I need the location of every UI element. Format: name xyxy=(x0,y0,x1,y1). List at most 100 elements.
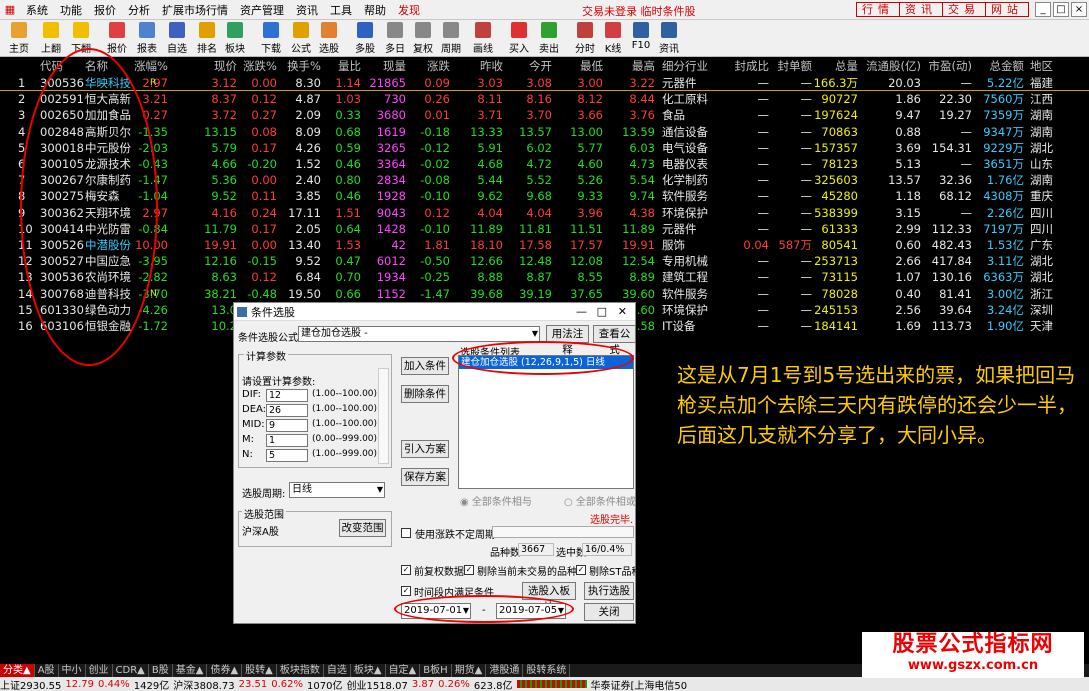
close-button[interactable]: × xyxy=(1071,2,1087,17)
table-row[interactable]: 9 300362 天翔环境 2.97 4.16 0.24 17.11 1.51 9043 0.12… xyxy=(0,205,1089,221)
cb-prefq-checkbox[interactable]: ✓ xyxy=(401,565,411,575)
toolbar-button-11[interactable]: 多股 xyxy=(350,22,380,55)
category-tab[interactable]: B板H xyxy=(420,664,452,677)
category-tab[interactable]: 股转▲ xyxy=(242,664,277,677)
column-header[interactable]: 最低 xyxy=(580,59,603,74)
change-range-button[interactable]: 改变范围 xyxy=(339,519,386,537)
dialog-minimize-icon[interactable]: — xyxy=(576,305,587,318)
category-tab[interactable]: 港股通 xyxy=(486,664,524,677)
column-header[interactable]: 涨跌 xyxy=(427,59,450,74)
menu-analysis[interactable]: 分析 xyxy=(122,2,156,18)
tab-quote[interactable]: 行情 xyxy=(856,2,900,17)
category-tab[interactable]: 中小 xyxy=(59,664,86,677)
menu-tools[interactable]: 工具 xyxy=(324,2,358,18)
params-scrollbar[interactable] xyxy=(378,368,389,464)
column-header[interactable]: 涨跌% xyxy=(243,59,277,74)
formula-select[interactable]: 建仓加仓选股 - ▼ xyxy=(298,326,540,342)
tab-news[interactable]: 资讯 xyxy=(899,2,943,17)
column-header[interactable]: 昨收 xyxy=(480,59,503,74)
toolbar-button-8[interactable]: 下载 xyxy=(256,22,286,55)
column-header[interactable]: 最高 xyxy=(632,59,655,74)
column-header[interactable]: 总金额 xyxy=(990,59,1025,74)
toolbar-button-9[interactable]: 公式 xyxy=(286,22,316,55)
table-row[interactable]: 5 300018 中元股份 -2.03 5.79 0.17 4.26 0.59 3265 -0.1… xyxy=(0,140,1089,156)
column-header[interactable]: 量比 xyxy=(338,59,361,74)
cb-time-checkbox[interactable]: ✓ xyxy=(401,586,411,596)
toolbar-button-20[interactable]: F10 xyxy=(626,22,656,51)
toolbar-button-0[interactable]: 主页 xyxy=(4,22,34,55)
table-row[interactable]: 4 002848 高斯贝尔 -1.35 13.15 0.08 8.09 0.68 1619 -0.… xyxy=(0,124,1089,140)
category-tab[interactable]: 自定▲ xyxy=(386,664,421,677)
column-header[interactable]: 流通股(亿) xyxy=(866,59,921,74)
toolbar-button-21[interactable]: 资讯 xyxy=(654,22,684,55)
table-row[interactable]: 3 002650 加加食品 0.27 3.72 0.27 2.09 0.33 3680 0.01 3… xyxy=(0,107,1089,123)
toolbar-button-17[interactable]: 卖出 xyxy=(534,22,564,55)
tab-website[interactable]: 网站 xyxy=(985,2,1029,17)
table-row[interactable]: 1 300536 华映科技 2.97 3.12 0.00 8.30 1.14 21865 0.09… xyxy=(0,75,1089,91)
param-input[interactable]: 26 xyxy=(266,404,308,417)
category-tab[interactable]: 股转系统 xyxy=(523,664,571,677)
column-header[interactable]: 换手% xyxy=(287,59,321,74)
table-row[interactable]: 14 300768 迪普科技 -3.70 38.21 -0.48 19.50 0.66 1152… xyxy=(0,286,1089,302)
delete-condition-button[interactable]: 删除条件 xyxy=(401,385,449,403)
toolbar-button-5[interactable]: 自选 xyxy=(162,22,192,55)
minimize-button[interactable]: _ xyxy=(1035,2,1051,17)
toolbar-button-6[interactable]: 排名 xyxy=(192,22,222,55)
menu-asset[interactable]: 资产管理 xyxy=(234,2,290,18)
menu-ext-market[interactable]: 扩展市场行情 xyxy=(156,2,234,18)
toolbar-button-16[interactable]: 买入 xyxy=(504,22,534,55)
toolbar-button-13[interactable]: 复权 xyxy=(408,22,438,55)
category-tab[interactable]: CDR▲ xyxy=(113,664,149,677)
column-header[interactable]: 细分行业 xyxy=(662,59,708,74)
tab-trade[interactable]: 交易 xyxy=(942,2,986,17)
column-header[interactable]: 现量 xyxy=(383,59,406,74)
category-tab[interactable]: 基金▲ xyxy=(173,664,208,677)
cb-range-checkbox[interactable] xyxy=(401,528,411,538)
table-row[interactable]: 2 002591 恒大高新 3.21 8.37 0.12 4.87 1.03 730 0.26 8.… xyxy=(0,91,1089,107)
column-header[interactable]: 地区 xyxy=(1030,59,1053,74)
column-header[interactable]: 市盈(动) xyxy=(929,59,972,74)
radio-and[interactable]: ◉ 全部条件相与 xyxy=(460,493,532,508)
dialog-close-icon[interactable]: ✕ xyxy=(618,305,627,318)
toolbar-button-7[interactable]: 板块 xyxy=(220,22,250,55)
menu-help[interactable]: 帮助 xyxy=(358,2,392,18)
param-input[interactable]: 9 xyxy=(266,419,308,432)
table-row[interactable]: 6 300105 龙源技术 -0.43 4.66 -0.20 1.52 0.46 3364 -0.… xyxy=(0,156,1089,172)
table-row[interactable]: 10 300414 中光防雷 -0.84 11.79 0.17 2.05 0.64 1428 -0… xyxy=(0,221,1089,237)
category-tab[interactable]: 板块指数 xyxy=(277,664,324,677)
toolbar-button-3[interactable]: 报价 xyxy=(102,22,132,55)
toolbar-button-1[interactable]: 上翻 xyxy=(36,22,66,55)
toolbar-button-12[interactable]: 多日 xyxy=(380,22,410,55)
table-row[interactable]: 11 300526 中潜股份 10.00 19.91 0.00 13.40 1.53 42 1.8… xyxy=(0,237,1089,253)
param-input[interactable]: 5 xyxy=(266,449,308,462)
table-row[interactable]: 12 300527 中国应急 -3.95 12.16 -0.15 9.52 0.47 6012-… xyxy=(0,253,1089,269)
category-tab[interactable]: 分类▲ xyxy=(0,664,35,677)
category-tab[interactable]: 自选 xyxy=(324,664,351,677)
category-tab[interactable]: B股 xyxy=(149,664,173,677)
category-tab[interactable]: 期货▲ xyxy=(452,664,487,677)
view-formula-button[interactable]: 查看公式 xyxy=(593,325,636,356)
category-tab[interactable]: 板块▲ xyxy=(351,664,386,677)
table-row[interactable]: 8 300275 梅安森 -1.04 9.52 0.11 3.85 0.46 1928 -0.10… xyxy=(0,188,1089,204)
param-input[interactable]: 12 xyxy=(266,389,308,402)
menu-quote[interactable]: 报价 xyxy=(88,2,122,18)
import-scheme-button[interactable]: 引入方案 xyxy=(401,440,449,458)
dialog-maximize-icon[interactable]: □ xyxy=(597,305,607,318)
param-input[interactable]: 1 xyxy=(266,434,308,447)
menu-info[interactable]: 资讯 xyxy=(290,2,324,18)
maximize-button[interactable]: □ xyxy=(1053,2,1069,17)
column-header[interactable]: 封单额 xyxy=(778,59,813,74)
category-tab[interactable]: 创业 xyxy=(86,664,113,677)
category-tab[interactable]: 债券▲ xyxy=(207,664,243,677)
cb-st-checkbox[interactable]: ✓ xyxy=(576,565,586,575)
category-tab[interactable]: A股 xyxy=(35,664,59,677)
period-select[interactable]: 日线 ▼ xyxy=(289,482,385,498)
column-header[interactable]: 总量 xyxy=(835,59,858,74)
toolbar-button-19[interactable]: K线 xyxy=(598,22,628,55)
menu-function[interactable]: 功能 xyxy=(54,2,88,18)
radio-or[interactable]: ○ 全部条件相或 xyxy=(564,493,636,508)
column-header[interactable]: 封成比 xyxy=(735,59,770,74)
add-condition-button[interactable]: 加入条件 xyxy=(401,357,449,375)
column-header[interactable]: 今开 xyxy=(529,59,552,74)
toolbar-button-18[interactable]: 分时 xyxy=(570,22,600,55)
